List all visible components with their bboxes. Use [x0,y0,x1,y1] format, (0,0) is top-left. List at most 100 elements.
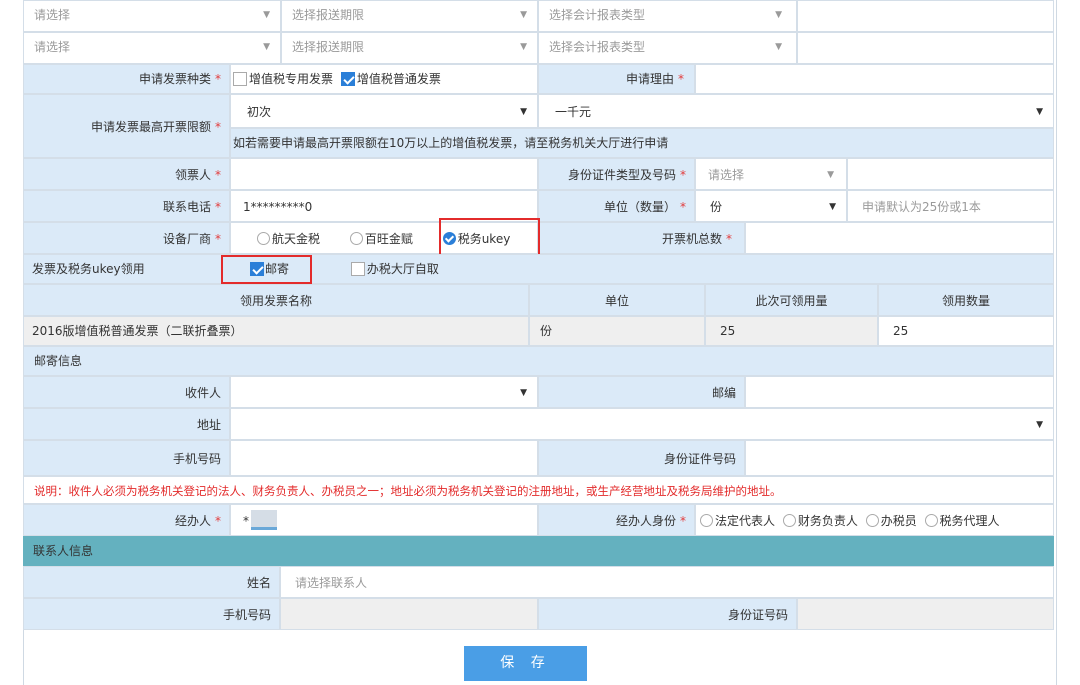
machine-total-input[interactable] [745,222,1054,254]
max-limit-label: 申请发票最高开票限额 * [23,94,230,158]
cell-text: 份 [540,324,553,338]
select-tax-type-2[interactable]: 请选择 ▼ [23,32,281,64]
option-label: 税务ukey [457,232,511,246]
option-label: 税务代理人 [939,514,1000,528]
table-cell-unit: 份 [529,316,705,346]
mail-id-label: 身份证件号码 [538,440,745,476]
option-label: 办税大厅自取 [366,262,439,276]
note-text: 说明：收件人必须为税务机关登记的法人、财务负责人、办税员之一；地址必须为税务机关… [34,484,782,498]
select-report-period-2[interactable]: 选择报送期限 ▼ [281,32,538,64]
cell-text: 25 [893,324,909,338]
note-text: 如若需要申请最高开票限额在10万以上的增值税发票，请至税务机关大厅进行申请 [233,136,669,150]
label-text: 申请理由 [625,72,674,86]
receiver-input[interactable] [230,158,538,190]
radio-finance-head[interactable] [782,514,796,527]
checkbox-mail[interactable] [250,262,264,276]
radio-legal-rep[interactable] [700,514,713,527]
chevron-down-icon: ▼ [520,10,527,20]
chevron-down-icon: ▼ [827,170,834,180]
label-text: 身份证件类型及号码 [567,168,676,182]
radio-aisino[interactable] [257,232,270,245]
option-label: 增值税专用发票 [249,72,334,86]
label-text: 单位（数量） [603,200,676,214]
contact-mobile-label: 手机号码 [23,598,280,630]
select-limit-amount[interactable]: 一千元 ▼ [538,94,1054,128]
mobile-input[interactable] [230,440,538,476]
label-text: 地址 [196,418,221,432]
input-placeholder: 申请默认为25份或1本 [862,200,981,214]
select-address[interactable]: ▼ [230,408,1054,440]
radio-tax-agent[interactable] [924,514,938,527]
section-title: 邮寄信息 [34,354,83,368]
vendor-label: 设备厂商 * [23,222,230,254]
label-text: 经办人 [174,514,211,528]
label-text: 身份证件号码 [663,452,736,466]
option-label: 法定代表人 [715,514,776,528]
vendor-options: 航天金税 百旺金赋 税务ukey [230,222,538,254]
table-header-available: 此次可领用量 [705,284,878,316]
label-text: 发票及税务ukey领用 [32,262,145,276]
checkbox-hall-pickup[interactable] [350,262,365,276]
section-title: 联系人信息 [33,544,94,558]
required-star: * [215,514,221,528]
contact-mobile-value [280,598,538,630]
chevron-down-icon: ▼ [263,10,270,20]
save-button[interactable]: 保 存 [464,646,587,681]
zip-input[interactable] [745,376,1054,408]
label-text: 姓名 [246,576,271,590]
mobile-label: 手机号码 [23,440,230,476]
handler-input[interactable]: * [230,504,538,536]
select-value: 选择会计报表类型 [549,40,646,54]
empty-cell [797,0,1054,32]
table-cell-qty-input[interactable]: 25 [878,316,1054,346]
select-tax-type-1[interactable]: 请选择 ▼ [23,0,281,32]
quantity-input[interactable]: 申请默认为25份或1本 [847,190,1054,222]
chevron-down-icon: ▼ [1036,107,1043,117]
select-limit-type[interactable]: 初次 ▼ [230,94,538,128]
table-cell-name: 2016版增值税普通发票（二联折叠票） [23,316,529,346]
select-recipient[interactable]: ▼ [230,376,538,408]
radio-tax-ukey[interactable] [442,232,456,245]
select-unit[interactable]: 份 ▼ [695,190,847,222]
phone-input[interactable]: 1*********0 [230,190,538,222]
select-report-type-1[interactable]: 选择会计报表类型 ▼ [538,0,797,32]
chevron-down-icon: ▼ [829,202,836,212]
reason-label: 申请理由 * [538,64,695,94]
required-star: * [215,168,221,182]
select-report-type-2[interactable]: 选择会计报表类型 ▼ [538,32,797,64]
option-label: 增值税普通发票 [356,72,441,86]
required-star: * [680,168,686,182]
id-number-input[interactable] [847,158,1054,190]
mail-id-input[interactable] [745,440,1054,476]
select-value: 请选择 [708,168,745,182]
receiver-label: 领票人 * [23,158,230,190]
label-text: 领票人 [174,168,211,182]
mail-note: 说明：收件人必须为税务机关登记的法人、财务负责人、办税员之一；地址必须为税务机关… [23,476,1054,504]
select-id-type[interactable]: 请选择 ▼ [695,158,847,190]
contact-id-value [797,598,1054,630]
chevron-down-icon: ▼ [775,42,782,52]
label-text: 联系电话 [162,200,211,214]
label-text: 手机号码 [172,452,221,466]
cell-text: 2016版增值税普通发票（二联折叠票） [32,324,243,338]
label-text: 设备厂商 [162,232,211,246]
label-text: 申请发票最高开票限额 [90,120,211,134]
contact-name-select[interactable]: 请选择联系人 [280,566,1054,598]
radio-tax-officer[interactable] [865,514,879,527]
checkbox-special-invoice[interactable] [233,72,247,86]
option-label: 百旺金赋 [364,232,413,246]
limit-note: 如若需要申请最高开票限额在10万以上的增值税发票，请至税务机关大厅进行申请 [230,128,1054,158]
table-cell-available: 25 [705,316,878,346]
required-star: * [678,72,684,86]
chevron-down-icon: ▼ [1036,420,1043,430]
select-value: 请选择 [34,40,71,54]
reason-input[interactable] [695,64,1054,94]
phone-label: 联系电话 * [23,190,230,222]
radio-baiwang[interactable] [349,232,363,245]
required-star: * [680,200,686,214]
input-value: * [243,514,249,528]
empty-cell [797,32,1054,64]
checkbox-normal-invoice[interactable] [340,72,355,86]
select-report-period-1[interactable]: 选择报送期限 ▼ [281,0,538,32]
chevron-down-icon: ▼ [520,107,527,117]
